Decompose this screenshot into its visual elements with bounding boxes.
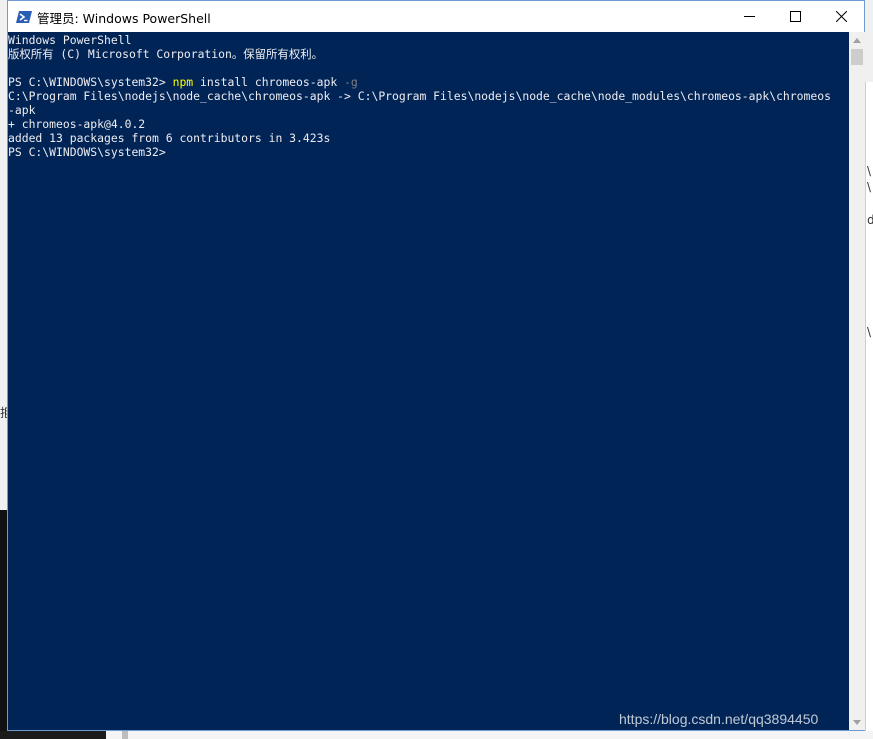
console-segment: Windows PowerShell: [8, 33, 132, 47]
powershell-window: 管理员: Windows PowerShell Windows PowerShe…: [7, 0, 865, 731]
watermark: https://blog.csdn.net/qq3894450: [619, 711, 819, 727]
background-right-text: \: [867, 164, 872, 178]
close-icon: [835, 11, 847, 22]
scrollbar-thumb[interactable]: [851, 49, 863, 65]
console-line: C:\Program Files\nodejs\node_cache\chrom…: [8, 89, 849, 103]
console-line: + chromeos-apk@4.0.2: [8, 117, 849, 131]
close-button[interactable]: [818, 1, 864, 32]
console-segment: PS C:\WINDOWS\system32>: [8, 75, 173, 89]
console-line: Windows PowerShell: [8, 33, 849, 47]
minimize-icon: [743, 16, 755, 17]
console-segment: added 13 packages from 6 contributors in…: [8, 131, 331, 145]
powershell-icon: [16, 9, 32, 23]
background-right-window: \ \ d \: [865, 82, 873, 739]
background-right-text: d: [867, 213, 873, 227]
console-line: added 13 packages from 6 contributors in…: [8, 131, 849, 145]
background-bottom-gray: [122, 731, 128, 739]
chevron-up-icon: [853, 37, 861, 43]
console-segment: 版权所有 (C) Microsoft Corporation。保留所有权利。: [8, 47, 323, 61]
background-bottom: [0, 731, 873, 739]
maximize-icon: [789, 11, 801, 22]
background-bottom-dark: [0, 731, 106, 739]
console-segment: install chromeos-apk: [193, 75, 345, 89]
console-segment: npm: [172, 75, 194, 89]
maximize-button[interactable]: [772, 1, 818, 32]
console-segment: -g: [344, 75, 358, 89]
title-bar[interactable]: 管理员: Windows PowerShell: [8, 1, 864, 32]
chevron-down-icon: [853, 719, 861, 725]
minimize-button[interactable]: [726, 1, 772, 32]
background-right-text: \: [867, 180, 872, 194]
scroll-up-button[interactable]: [849, 32, 865, 48]
console-segment: C:\Program Files\nodejs\node_cache\chrom…: [8, 89, 831, 103]
scroll-down-button[interactable]: [849, 714, 865, 730]
console-line: 版权所有 (C) Microsoft Corporation。保留所有权利。: [8, 47, 849, 61]
background-right-text: \: [867, 325, 872, 339]
console-line: -apk: [8, 103, 849, 117]
console-segment: + chromeos-apk@4.0.2: [8, 117, 146, 131]
console-line: PS C:\WINDOWS\system32> npm install chro…: [8, 75, 849, 89]
console-text: Windows PowerShell 版权所有 (C) Microsoft Cor…: [8, 32, 849, 159]
window-title: 管理员: Windows PowerShell: [37, 11, 211, 26]
console-output[interactable]: Windows PowerShell 版权所有 (C) Microsoft Cor…: [8, 32, 849, 730]
vertical-scrollbar[interactable]: [849, 32, 865, 730]
console-line: PS C:\WINDOWS\system32>: [8, 145, 849, 159]
console-segment: -apk: [8, 103, 36, 117]
console-segment: PS C:\WINDOWS\system32>: [8, 145, 166, 159]
